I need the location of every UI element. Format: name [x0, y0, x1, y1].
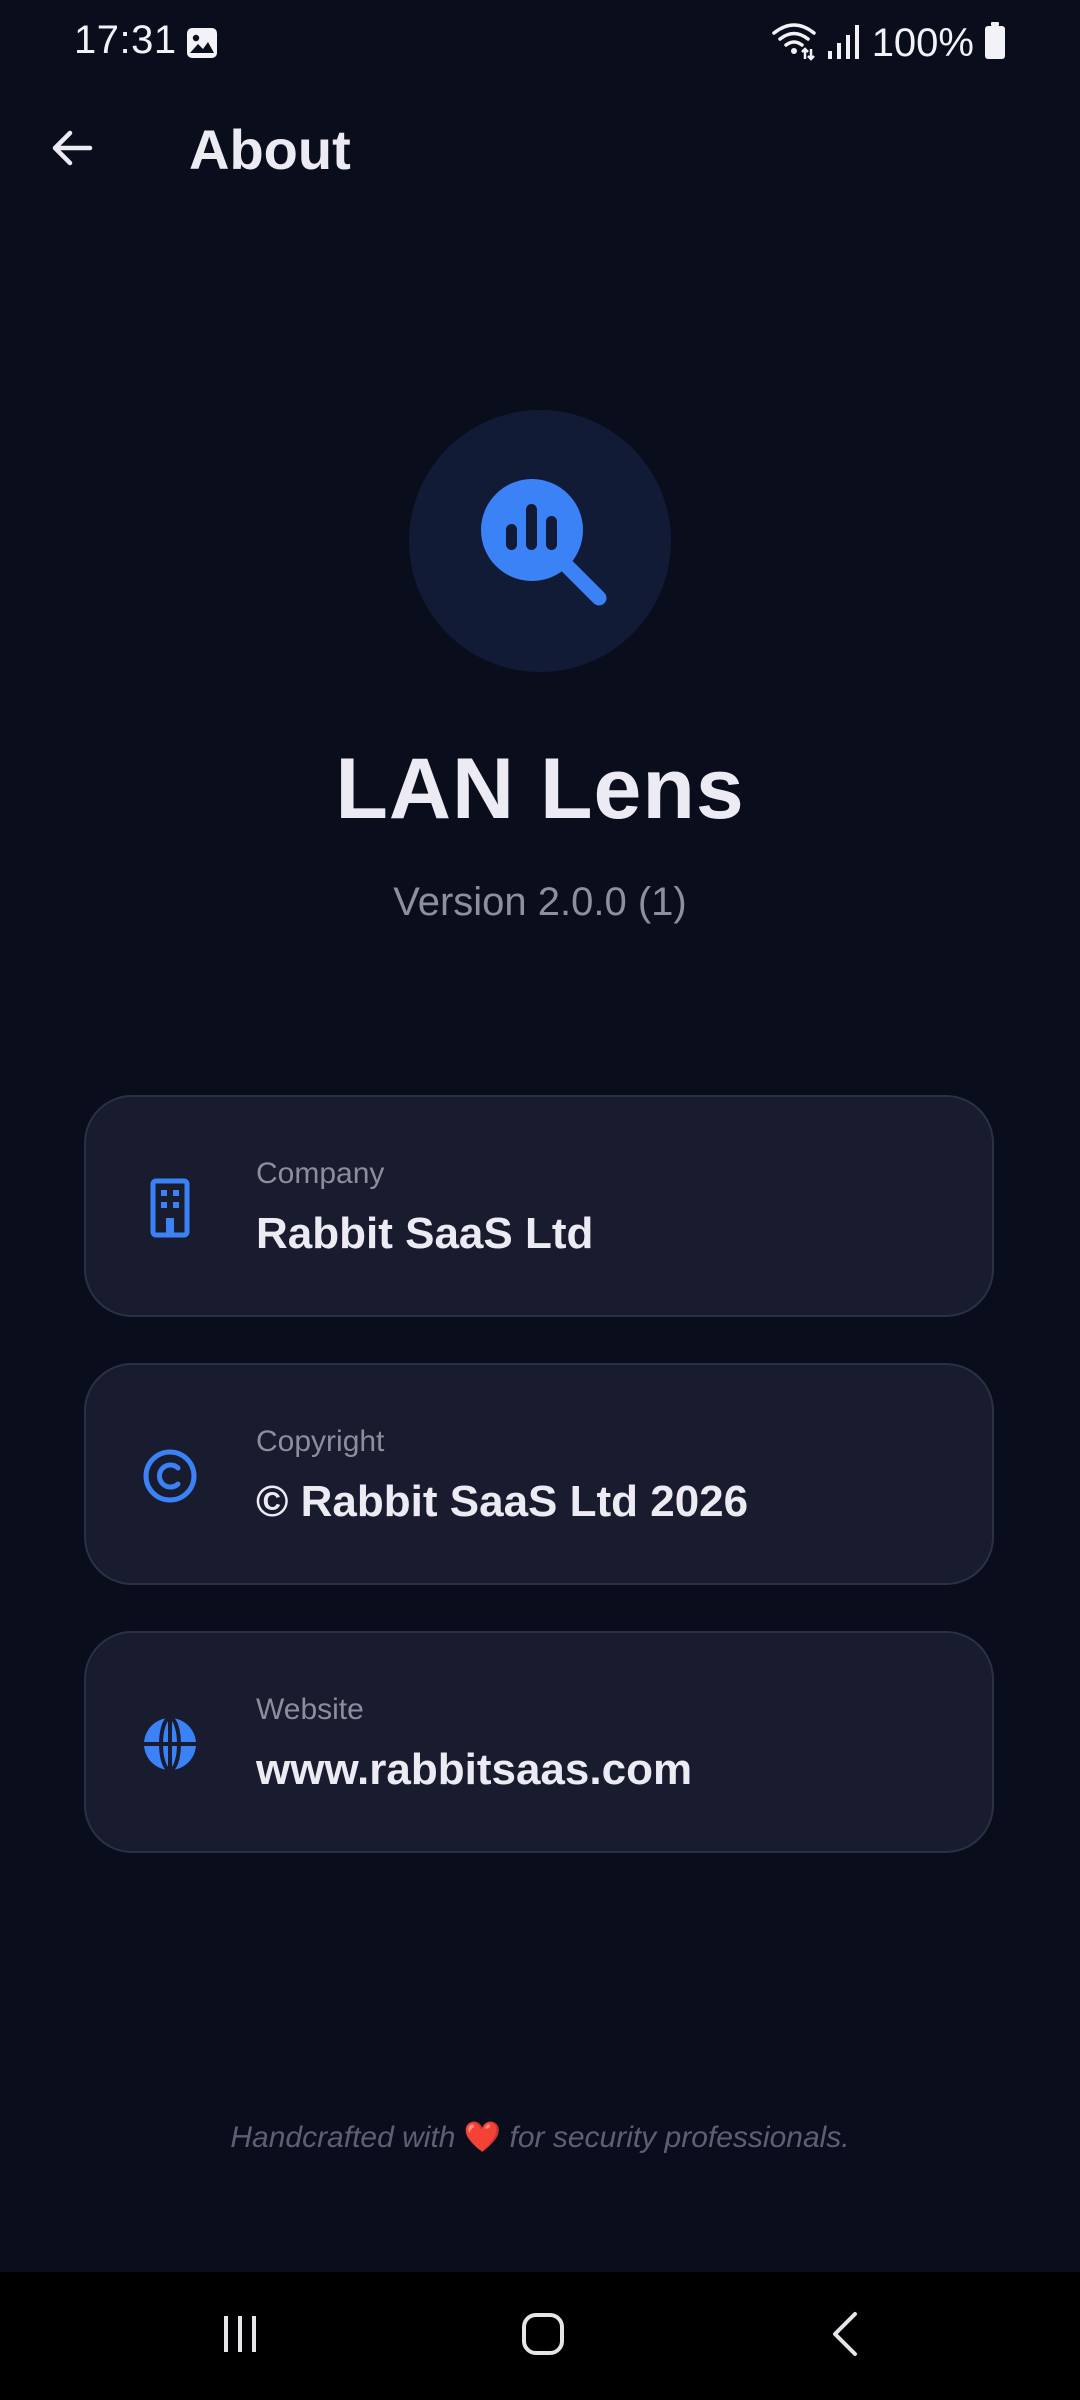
wifi-icon	[771, 21, 816, 66]
copyright-icon	[140, 1446, 200, 1506]
copyright-label: Copyright	[256, 1425, 385, 1458]
recents-icon	[218, 2312, 262, 2361]
signal-icon	[826, 21, 862, 66]
footer-text-before: Handcrafted with	[230, 2121, 464, 2154]
battery-icon	[984, 21, 1006, 65]
system-nav-bar	[0, 2272, 1080, 2400]
battery-percentage: 100%	[871, 20, 974, 65]
footer-text-after: for security professionals.	[501, 2121, 850, 2154]
magnifier-chart-icon	[481, 479, 607, 606]
back-button[interactable]	[36, 114, 108, 186]
home-icon	[520, 2311, 566, 2362]
app-name: LAN Lens	[335, 741, 745, 837]
status-time: 17:31	[74, 18, 177, 62]
copyright-card: Copyright © Rabbit SaaS Ltd 2026	[84, 1363, 994, 1585]
website-card[interactable]: Website www.rabbitsaas.com	[84, 1631, 994, 1853]
status-indicators: 100%	[771, 18, 1006, 68]
app-version: Version 2.0.0 (1)	[393, 880, 687, 924]
gallery-icon	[186, 27, 218, 59]
app-logo	[409, 410, 671, 672]
company-card: Company Rabbit SaaS Ltd	[84, 1095, 994, 1317]
page-title: About	[189, 118, 351, 181]
company-label: Company	[256, 1157, 385, 1190]
home-button[interactable]	[493, 2296, 593, 2376]
website-link[interactable]: www.rabbitsaas.com	[256, 1745, 692, 1795]
app-bar: About	[0, 100, 1080, 200]
recents-button[interactable]	[190, 2296, 290, 2376]
about-screen: 17:31 100% About LAN Lens Version 2.0.0 …	[0, 0, 1080, 2400]
heart-icon: ❤️	[463, 2121, 502, 2154]
back-icon	[825, 2310, 865, 2363]
footer-tagline: Handcrafted with ❤️ for security profess…	[0, 2120, 1080, 2155]
website-label: Website	[256, 1693, 364, 1726]
arrow-left-icon	[48, 124, 96, 177]
status-bar: 17:31 100%	[0, 0, 1080, 88]
globe-icon	[140, 1714, 200, 1774]
building-icon	[140, 1178, 200, 1238]
copyright-value: © Rabbit SaaS Ltd 2026	[256, 1477, 749, 1526]
company-value: Rabbit SaaS Ltd	[256, 1209, 594, 1258]
nav-back-button[interactable]	[795, 2296, 895, 2376]
